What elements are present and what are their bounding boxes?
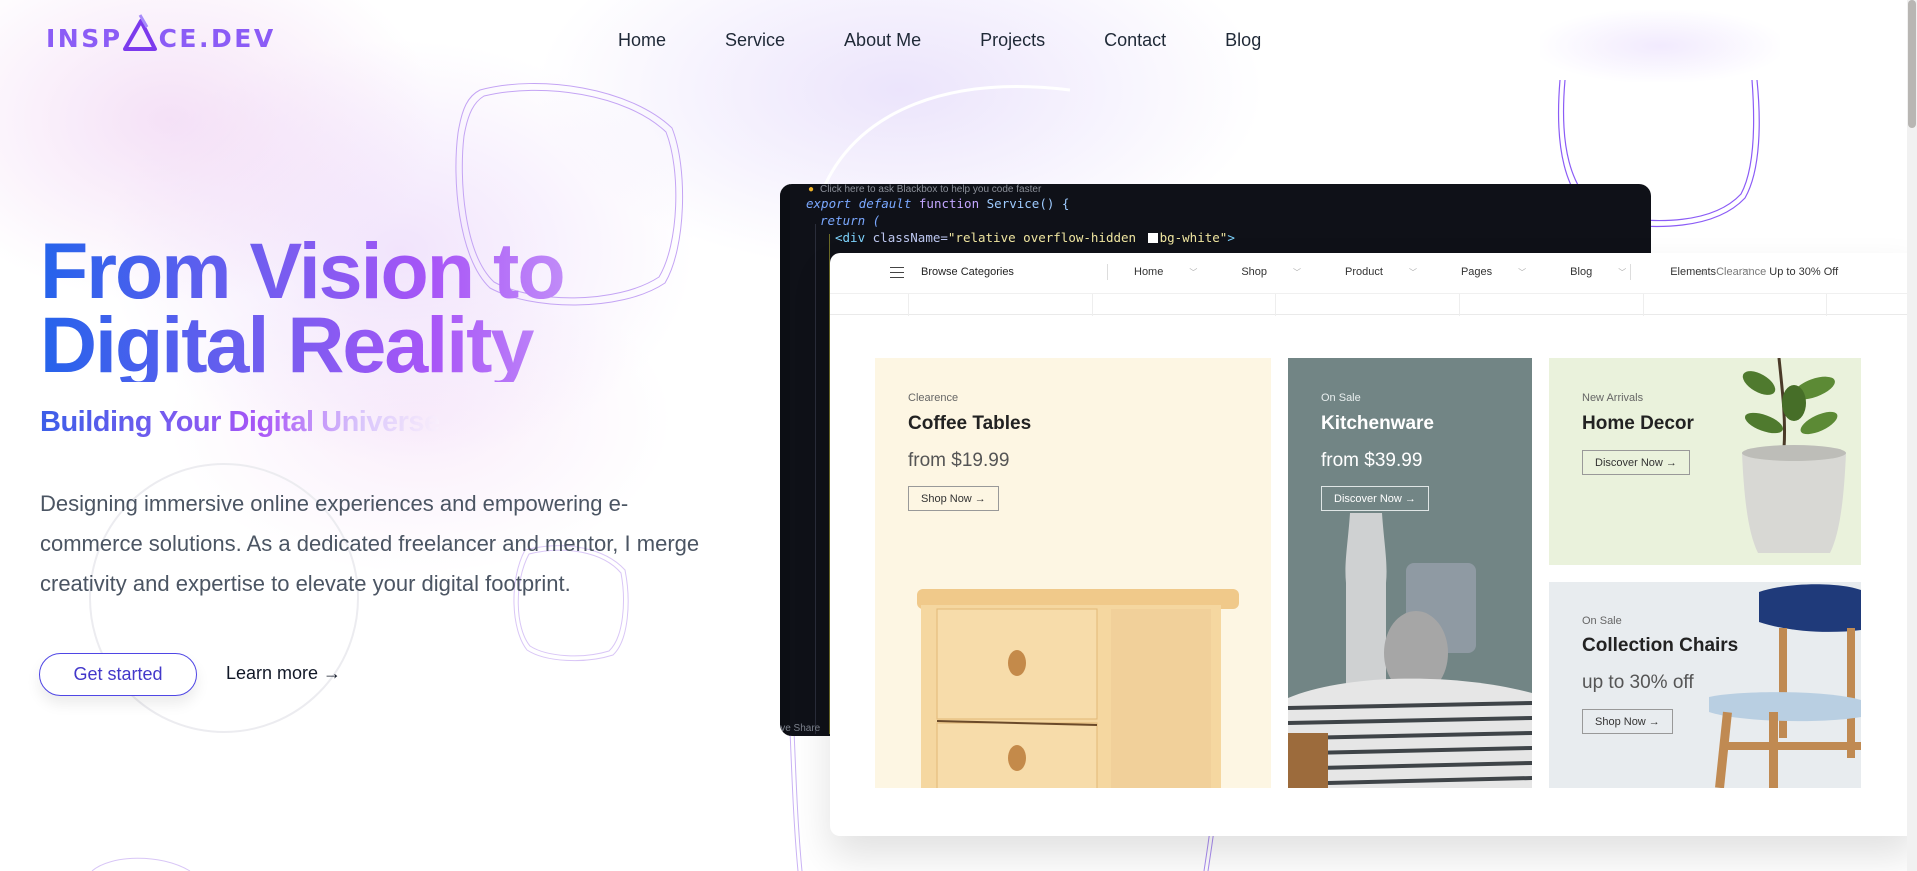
code-line-2: return ( <box>820 213 881 228</box>
indent-guide <box>815 224 816 734</box>
page-scrollbar[interactable] <box>1907 0 1917 871</box>
chevron-down-icon: ﹀ <box>1408 268 1417 277</box>
chair-image <box>1709 584 1861 788</box>
chevron-down-icon: ﹀ <box>1293 268 1302 277</box>
decorative-arc <box>823 85 1071 186</box>
shop-menu-blog[interactable]: Blog ﹀ <box>1570 266 1648 278</box>
hero-title-line2: Digital Reality <box>40 300 533 389</box>
promo-card-coffee-tables[interactable]: Clearence Coffee Tables from $19.99 Shop… <box>875 358 1271 788</box>
browse-categories[interactable]: Browse Categories <box>921 266 1014 278</box>
shop-menu: Home ﹀ Shop ﹀ Product ﹀ Pages ﹀ Blog ﹀ Elemen… <box>1134 266 1794 278</box>
chevron-down-icon: ﹀ <box>1518 268 1527 277</box>
promo-card-collection-chairs[interactable]: On Sale Collection Chairs up to 30% off … <box>1549 582 1861 788</box>
hamburger-menu-icon[interactable] <box>890 267 904 278</box>
blackbox-hint[interactable]: ● Click here to ask Blackbox to help you … <box>808 184 1041 195</box>
nightstand-image <box>917 589 1239 788</box>
learn-more-link[interactable]: Learn more → <box>226 663 341 684</box>
shop-now-button[interactable]: Shop Now → <box>908 486 999 511</box>
kitchenware-image <box>1288 513 1532 788</box>
lightbulb-icon: ☼ <box>1698 266 1709 278</box>
logo-text-left: INSP <box>46 24 123 53</box>
background-haze <box>1540 10 1780 82</box>
hero-subtitle: Building Your Digital Universe <box>40 406 440 438</box>
chevron-down-icon: ﹀ <box>1189 268 1198 277</box>
nav-contact[interactable]: Contact <box>1104 30 1166 51</box>
shop-menu-home[interactable]: Home ﹀ <box>1134 266 1219 278</box>
nav-projects[interactable]: Projects <box>980 30 1045 51</box>
clearance-banner[interactable]: ☼ Clearance Up to 30% Off <box>1698 266 1838 278</box>
shop-menu-pages[interactable]: Pages ﹀ <box>1461 266 1548 278</box>
decorative-corner-arc <box>91 857 191 871</box>
shop-nav: Browse Categories Home ﹀ Shop ﹀ Product ﹀ P… <box>830 253 1917 293</box>
site-logo[interactable]: INSP CE.DEV <box>46 13 276 53</box>
logo-text-right: CE.DEV <box>158 24 276 53</box>
nav-home[interactable]: Home <box>618 30 666 51</box>
code-line-3: <div className="relative overflow-hidden… <box>835 230 1235 245</box>
category-subrow <box>830 293 1917 316</box>
color-swatch <box>1147 233 1158 243</box>
shop-now-button[interactable]: Shop Now → <box>1582 709 1673 734</box>
get-started-button[interactable]: Get started <box>39 653 197 696</box>
code-line-1: export default function Service() { <box>806 196 1070 211</box>
lightbulb-icon: ● <box>808 184 815 195</box>
scrollbar-thumb[interactable] <box>1908 0 1916 128</box>
discover-now-button[interactable]: Discover Now → <box>1582 450 1690 475</box>
logo-triangle-icon <box>122 13 157 51</box>
nav-divider <box>1630 264 1631 280</box>
nav-about-me[interactable]: About Me <box>844 30 921 51</box>
nav-divider <box>1107 264 1108 280</box>
shop-preview: Browse Categories Home ﹀ Shop ﹀ Product ﹀ P… <box>830 253 1917 836</box>
editor-gutter <box>780 184 790 736</box>
shop-menu-product[interactable]: Product ﹀ <box>1345 266 1439 278</box>
potted-plant-image <box>1742 358 1846 553</box>
hero-title: From Vision to Digital Reality <box>40 234 600 382</box>
promo-card-home-decor[interactable]: New Arrivals Home Decor Discover Now → <box>1549 358 1861 565</box>
hero-description: Designing immersive online experiences a… <box>40 491 700 596</box>
chevron-down-icon: ﹀ <box>1618 268 1627 277</box>
main-nav: Home Service About Me Projects Contact B… <box>618 30 1320 51</box>
promo-card-kitchenware[interactable]: On Sale Kitchenware from $39.99 Discover… <box>1288 358 1532 788</box>
nav-service[interactable]: Service <box>725 30 785 51</box>
nav-blog[interactable]: Blog <box>1225 30 1261 51</box>
shop-menu-shop[interactable]: Shop ﹀ <box>1241 266 1323 278</box>
editor-status-live-share[interactable]: ive Share <box>780 723 820 734</box>
